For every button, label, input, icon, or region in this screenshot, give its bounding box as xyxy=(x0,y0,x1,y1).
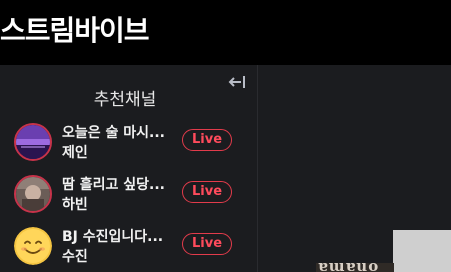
live-badge[interactable]: Live xyxy=(182,181,232,203)
channel-name: 제인 xyxy=(62,145,88,161)
channel-title: 땀 흘리고 싶당... xyxy=(62,177,165,193)
site-logo[interactable]: 스트림바이브 xyxy=(0,13,150,49)
collapse-sidebar-icon[interactable] xyxy=(226,71,248,93)
channel-avatar xyxy=(14,123,52,161)
sidebar-title: 추천채널 xyxy=(93,90,157,110)
main-content: ɐɯɐuo xyxy=(258,65,451,272)
channel-item[interactable]: 오늘은 술 마시... 제인 Live xyxy=(14,120,244,166)
channel-title: BJ 수진입니다... xyxy=(62,229,164,245)
channel-item[interactable]: BJ 수진입니다... 수진 Live xyxy=(14,224,244,270)
live-badge[interactable]: Live xyxy=(182,233,232,255)
channel-title: 오늘은 술 마시... xyxy=(62,125,165,141)
thumbnail-art: ɐɯɐuo xyxy=(318,263,380,272)
stream-thumbnail[interactable]: ɐɯɐuo xyxy=(316,263,394,272)
recommended-sidebar: 추천채널 오늘은 술 마시... 제인 Live 땀 흘리고 싶당... 하빈 … xyxy=(0,65,258,272)
stream-thumbnail[interactable] xyxy=(393,230,451,272)
live-badge[interactable]: Live xyxy=(182,129,232,151)
channel-item[interactable]: 땀 흘리고 싶당... 하빈 Live xyxy=(14,172,244,218)
channel-name: 수진 xyxy=(62,249,88,265)
channel-avatar xyxy=(14,175,52,213)
channel-name: 하빈 xyxy=(62,197,88,213)
smiley-avatar-icon xyxy=(14,227,52,265)
top-bar: 스트림바이브 xyxy=(0,0,451,65)
